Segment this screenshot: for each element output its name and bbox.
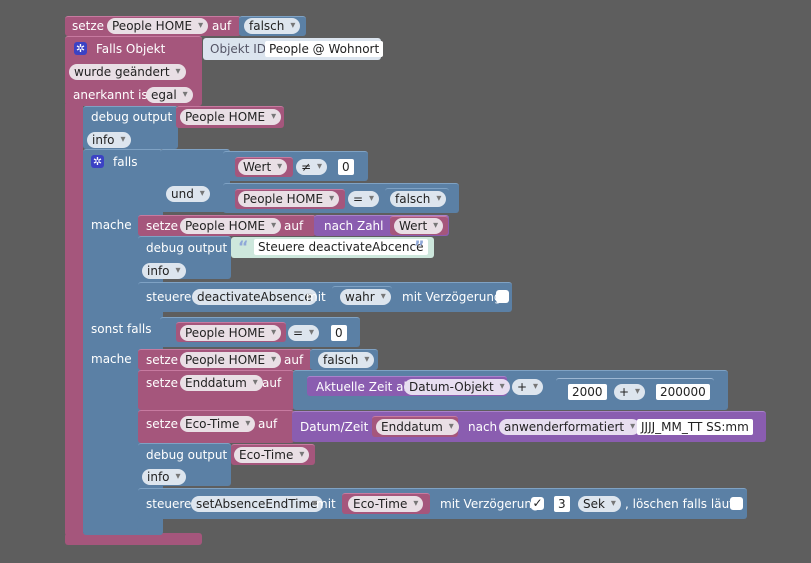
- quote-open-icon: “: [238, 237, 249, 256]
- enddatum-dropdown[interactable]: Enddatum: [180, 375, 263, 391]
- loeschen-label: , löschen falls läuft: [625, 497, 738, 511]
- people-home-dropdown-3[interactable]: People HOME: [180, 218, 282, 234]
- falsch-dropdown-1[interactable]: falsch: [390, 191, 447, 207]
- steuere-label-2: steuere: [146, 497, 192, 511]
- trigger-spine: [65, 104, 83, 536]
- level-dropdown-3[interactable]: info: [142, 469, 186, 485]
- wert-dropdown[interactable]: Wert: [238, 159, 288, 175]
- delay-checkbox-2[interactable]: ✓: [531, 497, 544, 510]
- mit-label-1: mit: [306, 290, 326, 304]
- quote-close-icon: ”: [414, 237, 425, 256]
- number-zero-2[interactable]: 0: [331, 325, 347, 341]
- format-dropdown[interactable]: anwenderformatiert: [499, 419, 641, 435]
- falls-objekt-label: Falls Objekt: [96, 42, 166, 56]
- number-2000[interactable]: 2000: [568, 384, 607, 400]
- delay-unit-dropdown[interactable]: Sek: [578, 496, 621, 512]
- setze-label: setze: [72, 19, 105, 33]
- auf-label: auf: [212, 19, 232, 33]
- setze-label-3: setze: [146, 353, 179, 367]
- plus-operator-dropdown-2[interactable]: +: [614, 384, 646, 400]
- script-dropdown-2[interactable]: setAbsenceEndTime: [191, 496, 323, 512]
- mit-label-2: mit: [316, 497, 336, 511]
- ecotime-dropdown-3[interactable]: Eco-Time: [348, 496, 424, 512]
- ecotime-dropdown-1[interactable]: Eco-Time: [180, 416, 256, 432]
- gear-icon[interactable]: ✲: [74, 42, 87, 55]
- logic-und-dropdown[interactable]: und: [166, 186, 210, 202]
- auf-label-5: auf: [258, 417, 278, 431]
- auf-label-4: auf: [262, 376, 282, 390]
- sonst-falls-label: sonst falls: [91, 322, 152, 336]
- script-dropdown-1[interactable]: deactivateAbsence: [192, 289, 317, 305]
- datum-objekt-dropdown[interactable]: Datum-Objekt: [404, 379, 510, 395]
- ecotime-dropdown-2[interactable]: Eco-Time: [234, 447, 310, 463]
- bool-dropdown[interactable]: falsch: [244, 18, 301, 34]
- neq-operator-dropdown[interactable]: ≠: [296, 159, 328, 175]
- text-field[interactable]: Steuere deactivateAbcence: [254, 239, 428, 255]
- wahr-dropdown[interactable]: wahr: [340, 289, 391, 305]
- setze-label-5: setze: [146, 417, 179, 431]
- datum-zeit-label: Datum/Zeit: [300, 420, 369, 434]
- mache-label-2: mache: [91, 352, 132, 366]
- mache-label-1: mache: [91, 218, 132, 232]
- objekt-id-label: Objekt ID: [210, 42, 267, 56]
- trigger-change-dropdown[interactable]: wurde geändert: [69, 64, 186, 80]
- level-dropdown-2[interactable]: info: [142, 263, 186, 279]
- wert-dropdown-2[interactable]: Wert: [394, 218, 444, 234]
- enddatum-dropdown-2[interactable]: Enddatum: [376, 419, 459, 435]
- people-home-dropdown-5[interactable]: People HOME: [180, 352, 282, 368]
- eq-operator-dropdown-2[interactable]: =: [288, 325, 320, 341]
- setze-label-2: setze: [146, 219, 179, 233]
- setze-label-4: setze: [146, 376, 179, 390]
- nach-zahl-label: nach Zahl: [324, 219, 384, 233]
- number-zero-1[interactable]: 0: [338, 159, 354, 175]
- debug-label-2: debug output: [146, 241, 228, 255]
- eq-operator-dropdown-1[interactable]: =: [348, 191, 380, 207]
- clear-running-checkbox[interactable]: [730, 497, 743, 510]
- format-pattern-field[interactable]: JJJJ_MM_TT SS:mm: [637, 419, 753, 435]
- anerkannt-label: anerkannt ist: [73, 88, 153, 102]
- level-dropdown-1[interactable]: info: [87, 132, 131, 148]
- people-home-dropdown-2[interactable]: People HOME: [238, 191, 340, 207]
- verzoegerung-label-2: mit Verzögerung: [440, 497, 540, 511]
- variable-dropdown[interactable]: People HOME: [107, 18, 209, 34]
- auf-label-2: auf: [284, 219, 304, 233]
- verzoegerung-label-1: mit Verzögerung: [402, 290, 502, 304]
- plus-operator-dropdown-1[interactable]: +: [512, 379, 544, 395]
- delay-checkbox-1[interactable]: [496, 290, 509, 303]
- people-home-dropdown-1[interactable]: People HOME: [180, 109, 282, 125]
- if-footer: [83, 519, 138, 531]
- if-condition-panel: [160, 149, 230, 212]
- falls-label: falls: [113, 155, 138, 169]
- auf-label-3: auf: [284, 353, 304, 367]
- aktuelle-zeit-label: Aktuelle Zeit als: [316, 380, 414, 394]
- debug-label-3: debug output: [146, 448, 228, 462]
- debug-label-1: debug output: [91, 110, 173, 124]
- nach-label: nach: [468, 420, 498, 434]
- objekt-id-field[interactable]: People @ Wohnort: [265, 41, 384, 57]
- steuere-label-1: steuere: [146, 290, 192, 304]
- people-home-dropdown-4[interactable]: People HOME: [180, 325, 282, 341]
- number-200000[interactable]: 200000: [656, 384, 710, 400]
- gear-icon[interactable]: ✲: [91, 155, 104, 168]
- falsch-dropdown-2[interactable]: falsch: [318, 352, 375, 368]
- delay-amount-field[interactable]: 3: [554, 496, 570, 512]
- ack-dropdown[interactable]: egal: [146, 87, 193, 103]
